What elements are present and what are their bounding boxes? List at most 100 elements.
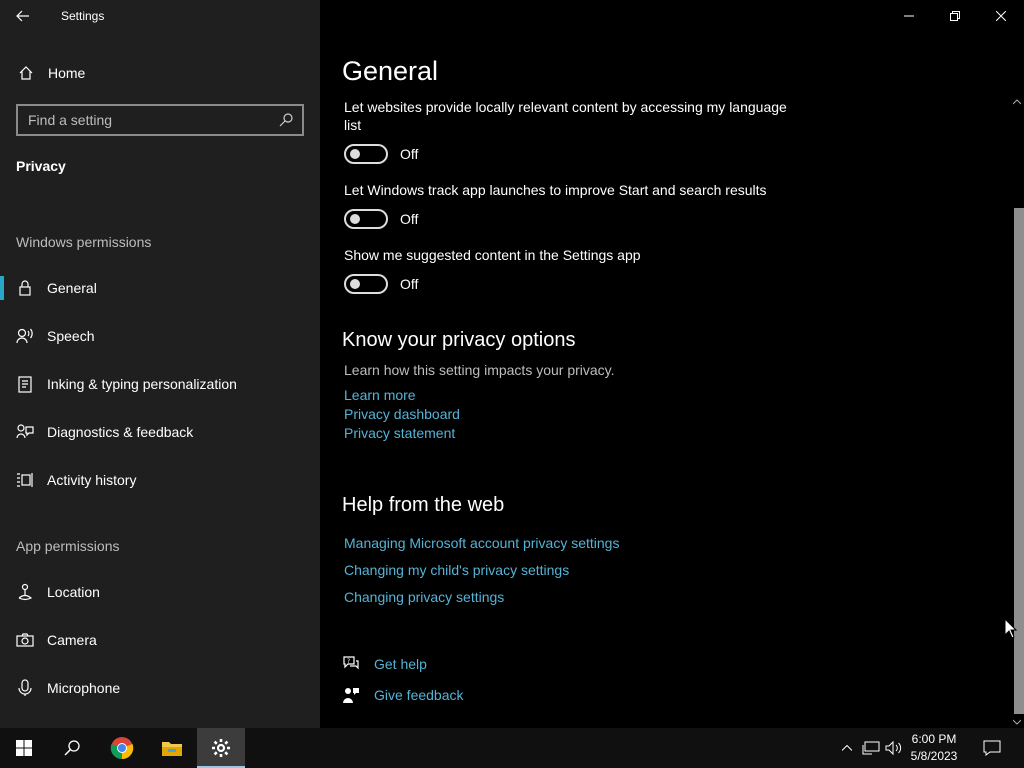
setting-label-suggested-content: Show me suggested content in the Setting… (344, 247, 641, 263)
give-feedback-icon (342, 686, 360, 704)
microphone-icon (16, 679, 34, 697)
get-help-link[interactable]: Get help (374, 656, 427, 672)
camera-icon (16, 631, 34, 649)
sidebar-item-label: Microphone (47, 680, 121, 696)
toggle-language-list[interactable] (344, 144, 388, 164)
scroll-up-button[interactable] (1010, 96, 1024, 108)
sidebar-item-home[interactable]: Home (0, 56, 320, 90)
show-hidden-icons-button[interactable] (838, 728, 856, 768)
title-bar: Settings (0, 0, 320, 32)
privacy-options-title: Know your privacy options (342, 329, 576, 351)
folder-icon (162, 742, 182, 756)
help-from-web-title: Help from the web (342, 494, 505, 516)
svg-text:?: ? (347, 658, 350, 665)
chevron-up-icon (842, 745, 852, 751)
breadcrumb: Privacy (16, 158, 66, 174)
main-content: General Let websites provide locally rel… (320, 0, 1024, 728)
give-feedback-row[interactable]: Give feedback (342, 685, 464, 705)
search-placeholder: Find a setting (28, 112, 113, 128)
taskbar: 6:00 PM 5/8/2023 (0, 728, 1024, 768)
minimize-icon (904, 15, 914, 17)
chrome-taskbar-button[interactable] (98, 728, 146, 768)
sidebar-item-label: Activity history (47, 472, 137, 488)
close-icon (996, 11, 1006, 21)
home-icon (19, 66, 33, 80)
toggle-knob (350, 214, 360, 224)
toggle-suggested-content[interactable] (344, 274, 388, 294)
back-arrow-icon (16, 10, 29, 22)
windows-permissions-header: Windows permissions (16, 234, 152, 250)
page-title: General (342, 56, 439, 86)
sidebar: Settings Home Find a setting Privacy Win… (0, 0, 320, 728)
chrome-icon (110, 737, 134, 760)
privacy-dashboard-link[interactable]: Privacy dashboard (344, 406, 460, 422)
sidebar-item-general[interactable]: General (0, 268, 320, 308)
file-explorer-taskbar-button[interactable] (148, 728, 196, 768)
volume-tray-button[interactable] (884, 728, 904, 768)
clipboard-pen-icon (16, 375, 34, 393)
location-icon (16, 583, 34, 601)
scroll-down-button[interactable] (1010, 716, 1024, 728)
toggle-track-app-launches[interactable] (344, 209, 388, 229)
sidebar-item-label: General (47, 280, 97, 296)
settings-taskbar-button[interactable] (197, 728, 245, 768)
sidebar-item-activity-history[interactable]: Activity history (0, 460, 320, 500)
sidebar-item-label: Speech (47, 328, 95, 344)
sidebar-item-inking[interactable]: Inking & typing personalization (0, 364, 320, 404)
chevron-down-icon (1013, 719, 1021, 725)
sidebar-item-diagnostics[interactable]: Diagnostics & feedback (0, 412, 320, 452)
start-button[interactable] (0, 728, 48, 768)
restore-button[interactable] (932, 0, 978, 32)
sidebar-item-label: Diagnostics & feedback (47, 424, 194, 440)
windows-logo-icon (16, 740, 32, 756)
sidebar-item-label: Camera (47, 632, 97, 648)
sidebar-item-label: Location (47, 584, 100, 600)
learn-more-link[interactable]: Learn more (344, 387, 416, 403)
give-feedback-link[interactable]: Give feedback (374, 687, 464, 703)
privacy-statement-link[interactable]: Privacy statement (344, 425, 455, 441)
volume-icon (885, 741, 902, 755)
get-help-row[interactable]: ? Get help (342, 654, 427, 674)
sidebar-item-label: Inking & typing personalization (47, 376, 237, 392)
setting-label-language-list: Let websites provide locally relevant co… (344, 99, 787, 133)
search-icon (64, 740, 80, 756)
toggle-row-track-app-launches: Off (344, 209, 418, 229)
toggle-row-language-list: Off (344, 144, 418, 164)
privacy-options-description: Learn how this setting impacts your priv… (344, 362, 615, 378)
app-permissions-header: App permissions (16, 538, 120, 554)
toggle-state: Off (400, 211, 419, 227)
restore-icon (950, 11, 960, 21)
sidebar-item-label: Home (48, 65, 86, 81)
toggle-state: Off (400, 146, 419, 162)
taskbar-clock[interactable]: 6:00 PM 5/8/2023 (904, 731, 964, 765)
clock-date: 5/8/2023 (910, 749, 958, 763)
toggle-state: Off (400, 276, 419, 292)
action-center-button[interactable] (980, 728, 1004, 768)
minimize-button[interactable] (886, 0, 932, 32)
taskbar-search-button[interactable] (48, 728, 96, 768)
network-tray-button[interactable] (861, 728, 881, 768)
get-help-icon: ? (342, 655, 360, 673)
sidebar-item-camera[interactable]: Camera (0, 620, 320, 660)
help-link-changing-privacy[interactable]: Changing privacy settings (344, 589, 504, 605)
lock-icon (16, 279, 34, 297)
setting-label-track-app-launches: Let Windows track app launches to improv… (344, 182, 767, 198)
chevron-up-icon (1013, 99, 1021, 105)
close-button[interactable] (978, 0, 1024, 32)
help-link-account-privacy[interactable]: Managing Microsoft account privacy setti… (344, 535, 619, 551)
sidebar-item-speech[interactable]: Speech (0, 316, 320, 356)
back-button[interactable] (0, 0, 46, 32)
sidebar-item-microphone[interactable]: Microphone (0, 668, 320, 708)
network-icon (862, 741, 880, 755)
settings-gear-icon (212, 739, 230, 757)
speech-icon (16, 327, 34, 345)
search-input[interactable]: Find a setting (16, 104, 304, 136)
sidebar-item-location[interactable]: Location (0, 572, 320, 612)
app-title: Settings (61, 9, 105, 23)
help-link-child-privacy[interactable]: Changing my child's privacy settings (344, 562, 569, 578)
search-icon[interactable] (278, 112, 294, 128)
clock-time: 6:00 PM (911, 732, 957, 746)
notification-icon (983, 740, 1001, 756)
toggle-knob (350, 279, 360, 289)
toggle-row-suggested-content: Off (344, 274, 418, 294)
